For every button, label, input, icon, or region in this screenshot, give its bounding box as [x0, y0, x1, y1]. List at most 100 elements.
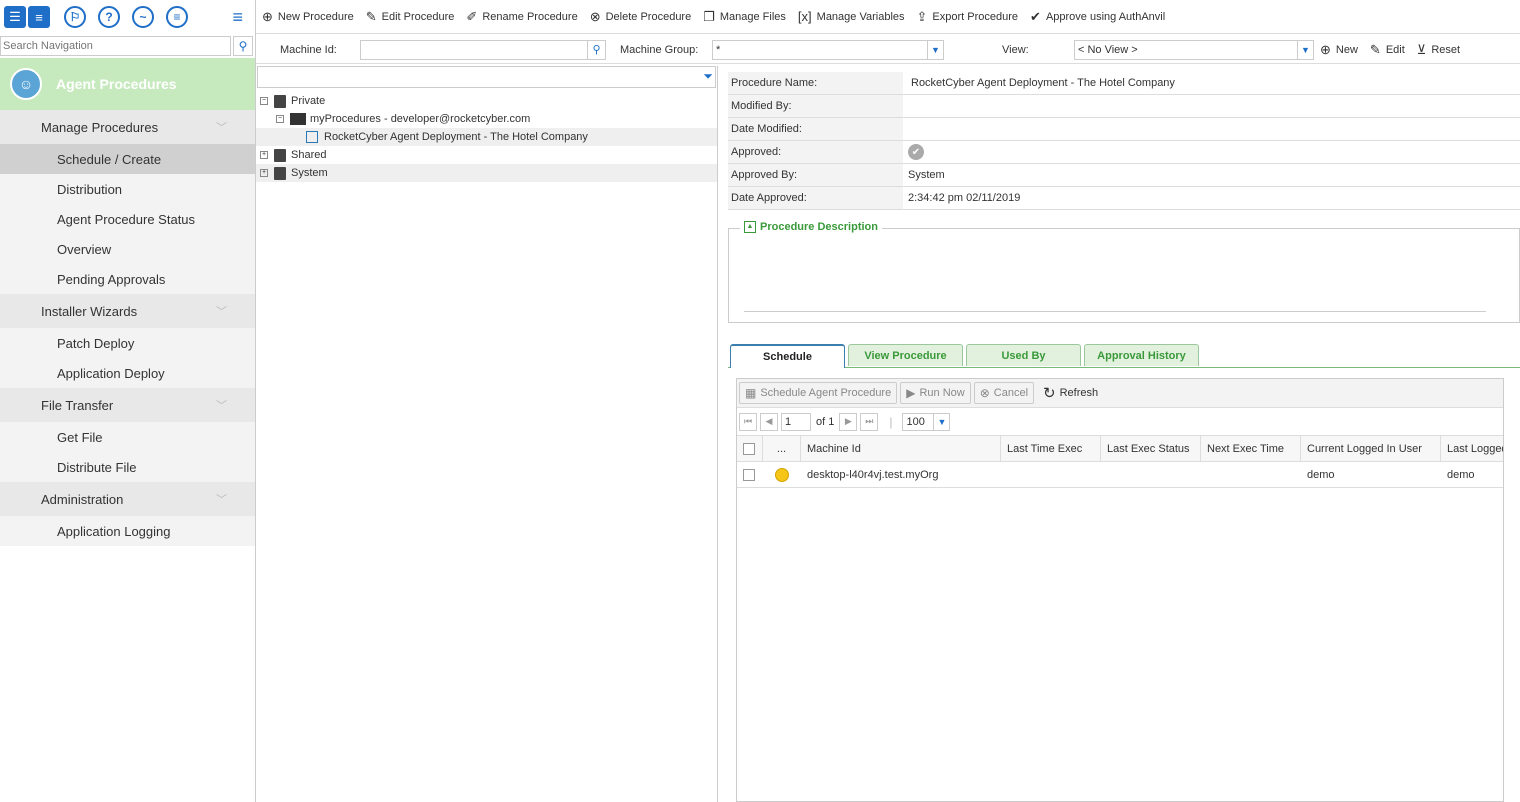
search-icon[interactable]: ⚲ [233, 36, 253, 56]
rename-procedure-button[interactable]: ✐ Rename Procedure [466, 9, 577, 25]
collapse-icon[interactable]: − [260, 97, 268, 105]
prev-page-icon[interactable]: ◀ [760, 412, 778, 431]
nav-item-agent-procedure-status[interactable]: Agent Procedure Status [0, 204, 255, 234]
nav-item-overview[interactable]: Overview [0, 234, 255, 264]
tab-view-procedure[interactable]: View Procedure [848, 344, 963, 366]
notes-icon[interactable]: ≡ [166, 6, 188, 28]
nav-item-application-deploy[interactable]: Application Deploy [0, 358, 255, 388]
nav-section-header[interactable]: Manage Procedures ﹀ [0, 110, 255, 144]
nav-item-patch-deploy[interactable]: Patch Deploy [0, 328, 255, 358]
column-header-last-time-exec[interactable]: Last Time Exec [1001, 436, 1101, 461]
tree-filter-input[interactable]: ⏷ [257, 66, 716, 88]
column-header-current-user[interactable]: Current Logged In User [1301, 436, 1441, 461]
nav-section-header[interactable]: File Transfer ﹀ [0, 388, 255, 422]
chevron-down-icon: ﹀ [216, 306, 227, 318]
nav-item-pending-approvals[interactable]: Pending Approvals [0, 264, 255, 294]
pencil-icon: ✐ [466, 8, 478, 24]
manage-files-button[interactable]: ❐ Manage Files [703, 9, 786, 25]
column-header-last-logged[interactable]: Last Logged [1441, 436, 1503, 461]
tree-node-procedure[interactable]: RocketCyber Agent Deployment - The Hotel… [256, 128, 717, 146]
module-header[interactable]: ☺ Agent Procedures [0, 58, 255, 110]
procedure-details: Procedure Name: RocketCyber Agent Deploym… [728, 72, 1520, 210]
table-row[interactable]: desktop-l40r4vj.test.myOrg demo demo [737, 462, 1503, 488]
manage-variables-button[interactable]: [x] Manage Variables [798, 9, 905, 24]
nav-section-header[interactable]: Administration ﹀ [0, 482, 255, 516]
page-number-input[interactable]: 1 [781, 412, 811, 431]
expand-icon[interactable]: + [260, 151, 268, 159]
filter-reset-icon: ⊻ [1416, 41, 1427, 57]
collapse-icon[interactable]: − [276, 115, 284, 123]
delete-circle-icon: ⊗ [589, 8, 601, 24]
view-reset-button[interactable]: ⊻ Reset [1417, 42, 1460, 58]
machine-id-input[interactable]: ⚲ [360, 39, 606, 60]
detail-row-modified-by: Modified By: [728, 95, 1520, 118]
list-tree-icon[interactable]: ☰ [4, 6, 26, 28]
view-value: < No View > [1078, 43, 1138, 56]
run-now-button[interactable]: ▶ Run Now [900, 382, 971, 404]
hamburger-menu-icon[interactable]: ≡ [232, 7, 243, 28]
files-icon: ❐ [703, 8, 715, 24]
tree-node-my-procedures[interactable]: − myProcedures - developer@rocketcyber.co… [256, 110, 717, 128]
approve-authanvil-button[interactable]: ✔ Approve using AuthAnvil [1030, 9, 1165, 25]
view-edit-button[interactable]: ✎ Edit [1370, 42, 1405, 58]
tree-node-shared[interactable]: + Shared [256, 146, 717, 164]
button-label: New Procedure [277, 10, 354, 23]
page-size-select[interactable]: 100 ▼ [902, 412, 951, 431]
column-header-last-exec-status[interactable]: Last Exec Status [1101, 436, 1201, 461]
nav-search: ⚲ [0, 34, 255, 58]
expand-icon[interactable]: + [260, 169, 268, 177]
cancel-button[interactable]: ⊗ Cancel [973, 382, 1035, 404]
select-all-checkbox[interactable] [743, 442, 755, 455]
nav-item-distribute-file[interactable]: Distribute File [0, 452, 255, 482]
last-page-icon[interactable]: ⏭ [860, 412, 879, 431]
list-icon[interactable]: ≡ [28, 6, 50, 28]
detail-row-approved-by: Approved By: System [728, 164, 1520, 187]
tree-node-system[interactable]: + System [256, 164, 717, 182]
procedure-description-toggle[interactable]: ▲ Procedure Description [740, 221, 882, 233]
detail-row-date-modified: Date Modified: [728, 118, 1520, 141]
chart-icon[interactable]: ~ [132, 6, 154, 28]
tab-used-by[interactable]: Used By [966, 344, 1081, 366]
filter-icon[interactable]: ⏷ [703, 69, 713, 84]
column-header-next-exec-time[interactable]: Next Exec Time [1201, 436, 1301, 461]
tree-node-private[interactable]: − Private [256, 92, 717, 110]
view-new-button[interactable]: ⊕ New [1320, 42, 1358, 58]
row-checkbox[interactable] [743, 468, 755, 481]
tab-approval-history[interactable]: Approval History [1084, 344, 1199, 366]
nav-item-distribution[interactable]: Distribution [0, 174, 255, 204]
delete-procedure-button[interactable]: ⊗ Delete Procedure [590, 9, 692, 25]
refresh-button[interactable]: ↻ Refresh [1037, 382, 1104, 404]
description-label: Procedure Description [760, 221, 878, 233]
tab-schedule[interactable]: Schedule [730, 344, 845, 368]
collapse-up-icon[interactable]: ▲ [744, 221, 756, 233]
search-icon[interactable]: ⚲ [587, 40, 605, 59]
edit-icon: ✎ [1369, 41, 1381, 57]
detail-value: RocketCyber Agent Deployment - The Hotel… [911, 77, 1175, 89]
machine-group-value: * [716, 43, 721, 56]
plus-circle-icon: ⊕ [262, 8, 273, 24]
cell-current-user: demo [1307, 468, 1335, 481]
button-label: Refresh [1059, 387, 1099, 399]
first-page-icon[interactable]: ⏮ [739, 412, 757, 431]
column-header-machine-id[interactable]: Machine Id [801, 436, 1001, 461]
nav-item-get-file[interactable]: Get File [0, 422, 255, 452]
cell-last-exec-status [1101, 462, 1201, 487]
nav-item-schedule-create[interactable]: Schedule / Create [0, 144, 255, 174]
schedule-agent-procedure-button[interactable]: ▦ Schedule Agent Procedure [739, 382, 898, 404]
button-label: Cancel [993, 387, 1029, 399]
nav-search-input[interactable] [0, 36, 232, 56]
edit-procedure-button[interactable]: ✎ Edit Procedure [366, 9, 455, 25]
nav-section-installer-wizards: Installer Wizards ﹀ Patch Deploy Applicat… [0, 294, 255, 388]
machine-group-select[interactable]: * ▼ [712, 39, 944, 60]
column-header-status[interactable]: ... [763, 436, 801, 461]
agent-status-icon[interactable] [775, 467, 789, 482]
help-icon[interactable]: ? [98, 6, 120, 28]
nav-view-toggle[interactable]: ☰ ≡ [4, 6, 52, 28]
export-procedure-button[interactable]: ⇪ Export Procedure [917, 9, 1019, 25]
nav-item-application-logging[interactable]: Application Logging [0, 516, 255, 546]
nav-section-header[interactable]: Installer Wizards ﹀ [0, 294, 255, 328]
new-procedure-button[interactable]: ⊕ New Procedure [262, 9, 354, 25]
bookmark-icon[interactable]: ⚐ [64, 6, 86, 28]
view-select[interactable]: < No View > ▼ [1074, 39, 1314, 60]
next-page-icon[interactable]: ▶ [839, 412, 858, 431]
